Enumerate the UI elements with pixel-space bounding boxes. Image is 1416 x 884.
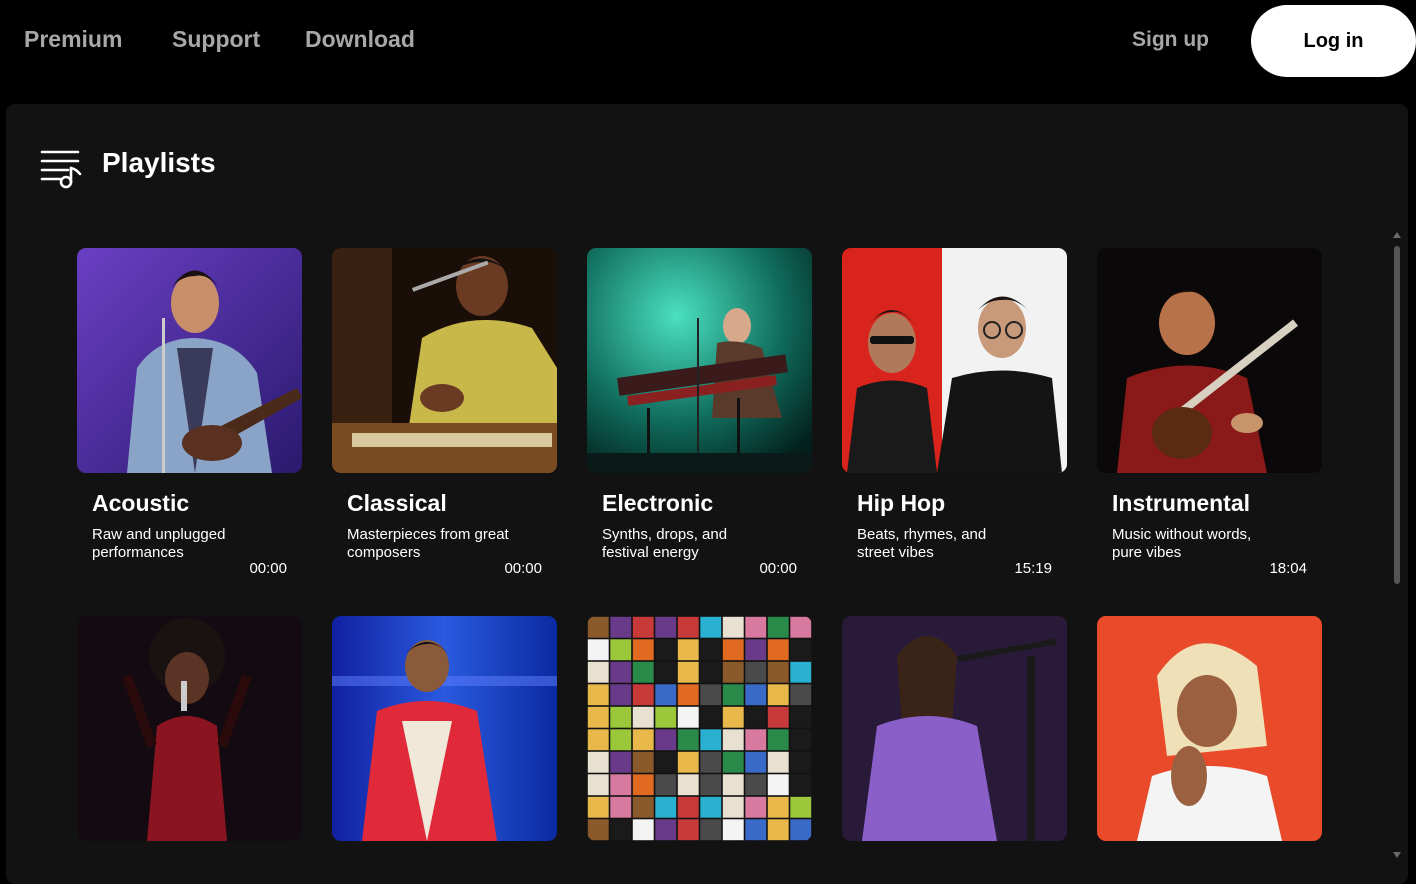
playlist-card-electronic[interactable]: Electronic Synths, drops, and festival e…: [587, 248, 812, 577]
playlist-card-instrumental[interactable]: Instrumental Music without words, pure v…: [1097, 248, 1322, 577]
playlist-card-row2-4[interactable]: [842, 616, 1067, 841]
playlists-panel: Playlists Acoustic Raw and unplugged per…: [6, 104, 1408, 884]
playlist-cover-image: [587, 616, 812, 841]
playlist-description: Raw and unplugged performances: [92, 526, 226, 561]
playlist-cover-image: [332, 616, 557, 841]
playlist-cover-image: [1097, 616, 1322, 841]
playlist-card-row2-1[interactable]: [77, 616, 302, 841]
playlist-cover-image: [1097, 248, 1322, 473]
scroll-up-arrow-icon[interactable]: [1393, 232, 1401, 238]
scrollbar-thumb[interactable]: [1394, 246, 1400, 584]
playlist-card-acoustic[interactable]: Acoustic Raw and unplugged performances …: [77, 248, 302, 577]
playlist-title: Hip Hop: [857, 490, 946, 516]
playlist-duration: 15:19: [1014, 560, 1052, 577]
playlist-title: Instrumental: [1112, 490, 1251, 516]
playlist-cover-image: [77, 248, 302, 473]
playlist-card-row2-2[interactable]: [332, 616, 557, 841]
nav-premium-link[interactable]: Premium: [24, 26, 122, 53]
playlist-cover-image: [842, 616, 1067, 841]
playlist-card-row2-3[interactable]: [587, 616, 812, 841]
log-in-label: Log in: [1303, 29, 1364, 52]
playlist-duration: 18:04: [1269, 560, 1307, 577]
playlist-cover-image: [842, 248, 1067, 473]
playlist-duration: 00:00: [759, 560, 797, 577]
playlist-card-row2-5[interactable]: [1097, 616, 1322, 841]
playlists-heading: Playlists: [102, 147, 216, 178]
playlist-cover-image: [77, 616, 302, 841]
playlist-duration: 00:00: [504, 560, 542, 577]
playlist-music-icon: [40, 150, 82, 189]
scroll-down-arrow-icon[interactable]: [1393, 852, 1401, 858]
playlist-title: Classical: [347, 490, 447, 516]
playlist-description: Music without words, pure vibes: [1112, 526, 1252, 561]
playlist-title: Acoustic: [92, 490, 190, 516]
playlist-duration: 00:00: [249, 560, 287, 577]
playlist-description: Masterpieces from great composers: [347, 526, 509, 561]
playlist-title: Electronic: [602, 490, 714, 516]
playlist-card-classical[interactable]: Classical Masterpieces from great compos…: [332, 248, 557, 577]
sign-up-button[interactable]: Sign up: [1132, 28, 1209, 52]
scrollbar[interactable]: [1390, 228, 1404, 862]
nav-download-link[interactable]: Download: [305, 26, 415, 53]
nav-support-link[interactable]: Support: [172, 26, 260, 53]
playlist-description: Synths, drops, and festival energy: [602, 526, 728, 561]
log-in-button[interactable]: Log in: [1251, 5, 1416, 77]
playlist-card-hip-hop[interactable]: Hip Hop Beats, rhymes, and street vibes …: [842, 248, 1067, 577]
top-navigation-bar: Premium Support Download Sign up Log in: [0, 0, 1416, 100]
playlist-cover-image: [587, 248, 812, 473]
playlist-cover-image: [332, 248, 557, 473]
playlist-description: Beats, rhymes, and street vibes: [857, 526, 987, 561]
